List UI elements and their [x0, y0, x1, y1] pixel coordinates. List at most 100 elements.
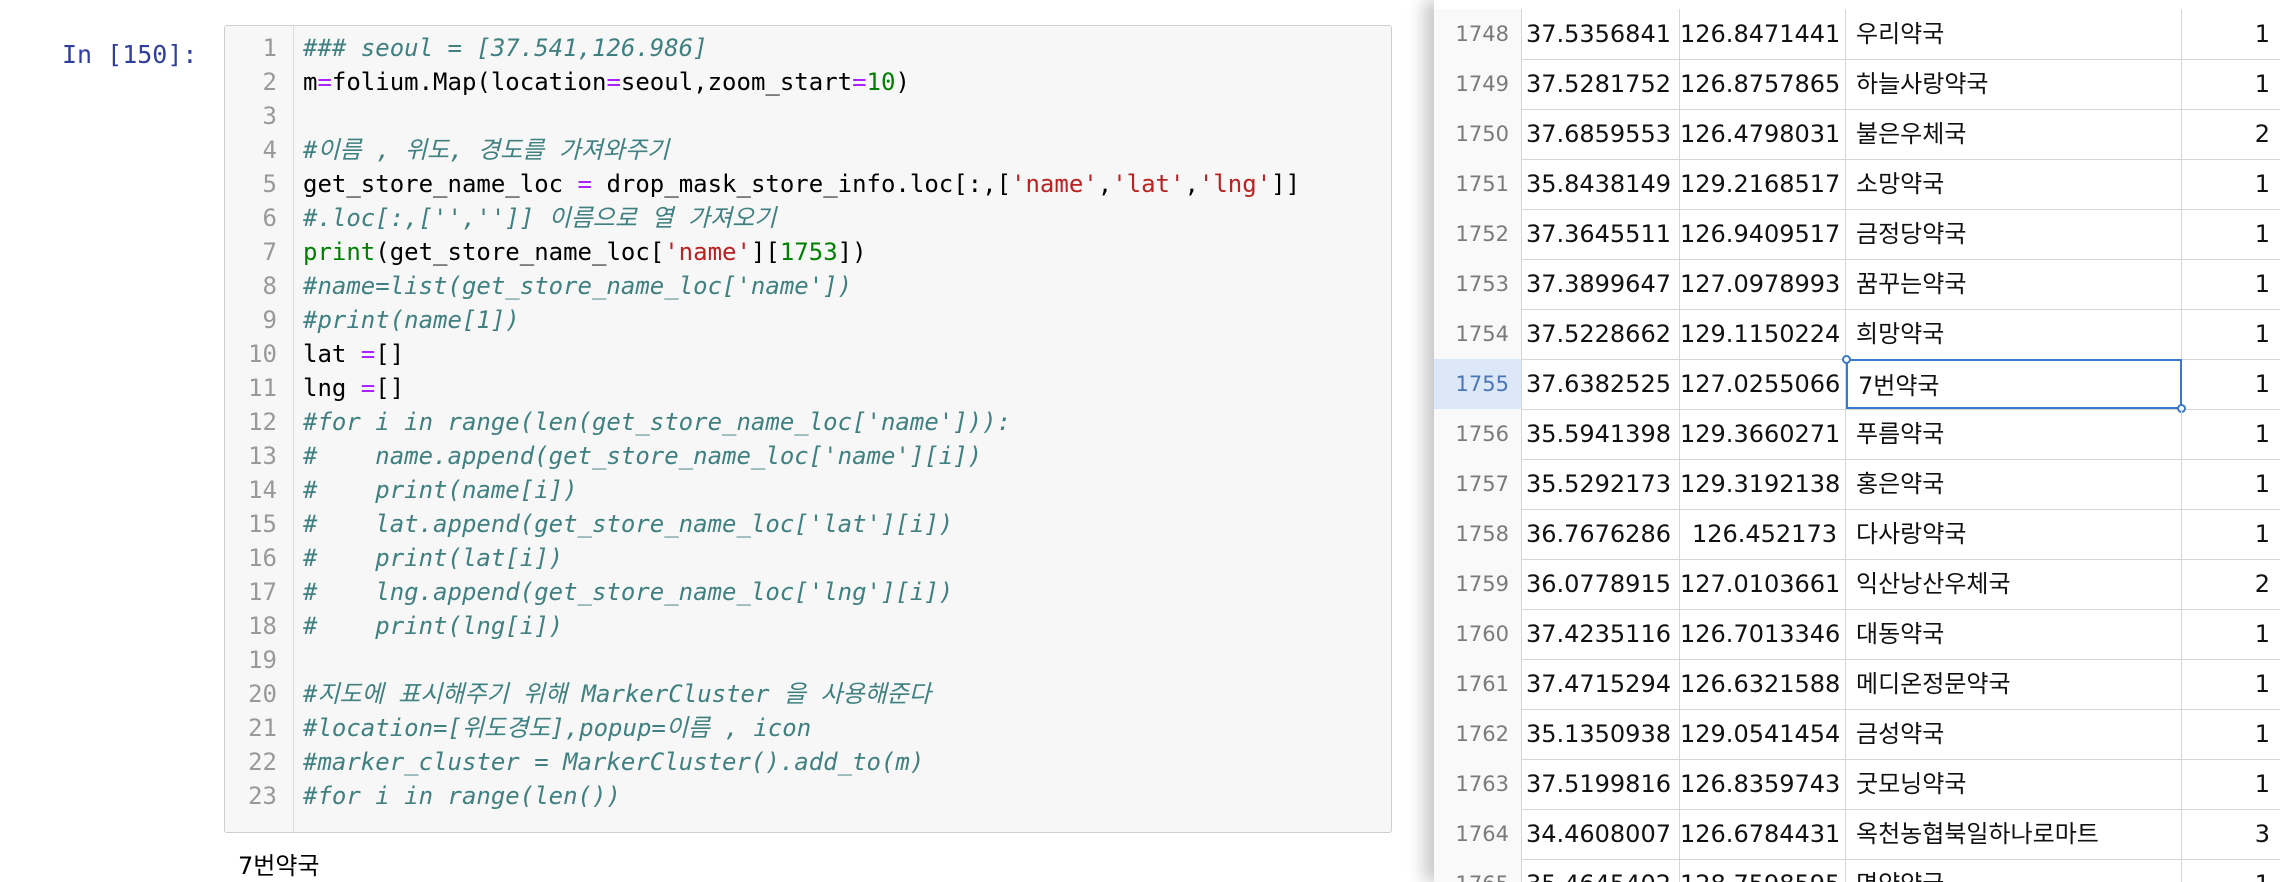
table-row[interactable]: 1762 35.1350938 129.0541454 금성약국 1 [1434, 709, 2280, 760]
code-line[interactable]: 4 #이름 , 위도, 경도를 가져와주기 [225, 133, 1391, 167]
code-line[interactable]: 15 # lat.append(get_store_name_loc['lat']… [225, 507, 1391, 541]
code-line[interactable]: 5 get_store_name_loc = drop_mask_store_in… [225, 167, 1391, 201]
count-cell[interactable]: 2 [2182, 109, 2280, 159]
lng-cell[interactable]: 127.0978993 [1680, 259, 1846, 309]
code-text[interactable]: lng =[] [303, 371, 404, 405]
lat-cell[interactable]: 37.6859553 [1522, 109, 1680, 159]
code-text[interactable]: lat =[] [303, 337, 404, 371]
count-cell[interactable]: 1 [2182, 509, 2280, 559]
row-header[interactable]: 1755 [1434, 359, 1522, 409]
row-header[interactable]: 1751 [1434, 159, 1522, 209]
lng-cell[interactable]: 126.4798031 [1680, 109, 1846, 159]
row-header[interactable]: 1750 [1434, 109, 1522, 159]
count-cell[interactable]: 1 [2182, 59, 2280, 109]
code-text[interactable]: #name=list(get_store_name_loc['name']) [303, 269, 852, 303]
code-line[interactable]: 9 #print(name[1]) [225, 303, 1391, 337]
lat-cell[interactable]: 36.0778915 [1522, 559, 1680, 609]
name-cell[interactable]: 금정당약국 [1846, 209, 2182, 259]
code-line[interactable]: 8 #name=list(get_store_name_loc['name']) [225, 269, 1391, 303]
lng-cell[interactable]: 128.7598595 [1680, 859, 1846, 882]
row-header[interactable]: 1763 [1434, 759, 1522, 809]
code-text[interactable]: m=folium.Map(location=seoul,zoom_start=1… [303, 65, 910, 99]
code-text[interactable]: #for i in range(len()) [303, 779, 621, 813]
lng-cell[interactable]: 126.9409517 [1680, 209, 1846, 259]
count-cell[interactable]: 1 [2182, 709, 2280, 759]
code-line[interactable]: 17 # lng.append(get_store_name_loc['lng']… [225, 575, 1391, 609]
lng-cell[interactable]: 129.1150224 [1680, 309, 1846, 359]
name-cell[interactable]: 옥천농협북일하나로마트 [1846, 809, 2182, 859]
code-line[interactable]: 20 #지도에 표시해주기 위해 MarkerCluster 을 사용해준다 [225, 677, 1391, 711]
name-cell[interactable]: 소망약국 [1846, 159, 2182, 209]
code-text[interactable]: # lng.append(get_store_name_loc['lng'][i… [303, 575, 953, 609]
lng-cell[interactable]: 129.0541454 [1680, 709, 1846, 759]
code-text[interactable]: # name.append(get_store_name_loc['name']… [303, 439, 982, 473]
code-cell[interactable]: 1 ### seoul = [37.541,126.986] 2 m=folium.M… [224, 25, 1392, 833]
row-header[interactable]: 1749 [1434, 59, 1522, 109]
lat-cell[interactable]: 35.4645402 [1522, 859, 1680, 882]
lng-cell[interactable]: 126.452173 [1680, 509, 1846, 559]
code-text[interactable]: print(get_store_name_loc['name'][1753]) [303, 235, 867, 269]
row-header[interactable]: 1764 [1434, 809, 1522, 859]
code-text[interactable]: #print(name[1]) [303, 303, 520, 337]
lat-cell[interactable]: 35.5292173 [1522, 459, 1680, 509]
code-line[interactable]: 2 m=folium.Map(location=seoul,zoom_start=… [225, 65, 1391, 99]
table-row[interactable]: 1757 35.5292173 129.3192138 홍은약국 1 [1434, 459, 2280, 510]
lat-cell[interactable]: 37.5199816 [1522, 759, 1680, 809]
table-row[interactable]: 1751 35.8438149 129.2168517 소망약국 1 [1434, 159, 2280, 210]
code-text[interactable]: # lat.append(get_store_name_loc['lat'][i… [303, 507, 953, 541]
code-text[interactable]: #for i in range(len(get_store_name_loc['… [303, 405, 1011, 439]
name-cell[interactable]: 우리약국 [1846, 9, 2182, 59]
code-text[interactable]: # print(lng[i]) [303, 609, 563, 643]
code-line[interactable]: 23 #for i in range(len()) [225, 779, 1391, 813]
code-line[interactable]: 22 #marker_cluster = MarkerCluster().add_… [225, 745, 1391, 779]
code-line[interactable]: 13 # name.append(get_store_name_loc['name… [225, 439, 1391, 473]
table-row[interactable]: 1752 37.3645511 126.9409517 금정당약국 1 [1434, 209, 2280, 260]
row-header[interactable]: 1760 [1434, 609, 1522, 659]
code-line[interactable]: 11 lng =[] [225, 371, 1391, 405]
table-row[interactable]: 1758 36.7676286 126.452173 다사랑약국 1 [1434, 509, 2280, 560]
code-line[interactable]: 21 #location=[위도경도],popup=이름 , icon [225, 711, 1391, 745]
lng-cell[interactable]: 126.7013346 [1680, 609, 1846, 659]
lng-cell[interactable]: 126.8757865 [1680, 59, 1846, 109]
name-cell[interactable]: 명약약국 [1846, 859, 2182, 882]
code-line[interactable]: 10 lat =[] [225, 337, 1391, 371]
lat-cell[interactable]: 37.5281752 [1522, 59, 1680, 109]
lng-cell[interactable]: 129.2168517 [1680, 159, 1846, 209]
row-header[interactable]: 1765 [1434, 859, 1522, 882]
table-row[interactable]: 1755 37.6382525 127.0255066 7번약국 1 [1434, 359, 2280, 410]
row-header[interactable]: 1761 [1434, 659, 1522, 709]
lat-cell[interactable]: 37.4235116 [1522, 609, 1680, 659]
spreadsheet-window[interactable]: 1748 37.5356841 126.8471441 우리약국 1 1749 37.528… [1434, 0, 2280, 882]
lat-cell[interactable]: 37.4715294 [1522, 659, 1680, 709]
count-cell[interactable]: 2 [2182, 559, 2280, 609]
lat-cell[interactable]: 35.5941398 [1522, 409, 1680, 459]
name-cell[interactable]: 홍은약국 [1846, 459, 2182, 509]
count-cell[interactable]: 1 [2182, 609, 2280, 659]
table-row[interactable]: 1753 37.3899647 127.0978993 꿈꾸는약국 1 [1434, 259, 2280, 310]
lat-cell[interactable]: 37.5356841 [1522, 9, 1680, 59]
table-row[interactable]: 1749 37.5281752 126.8757865 하늘사랑약국 1 [1434, 59, 2280, 110]
code-text[interactable]: # print(lat[i]) [303, 541, 563, 575]
table-row[interactable]: 1760 37.4235116 126.7013346 대동약국 1 [1434, 609, 2280, 660]
lng-cell[interactable]: 126.8471441 [1680, 9, 1846, 59]
table-row[interactable]: 1759 36.0778915 127.0103661 익산낭산우체국 2 [1434, 559, 2280, 610]
count-cell[interactable]: 1 [2182, 759, 2280, 809]
lng-cell[interactable]: 126.6321588 [1680, 659, 1846, 709]
lng-cell[interactable]: 126.8359743 [1680, 759, 1846, 809]
row-header[interactable]: 1754 [1434, 309, 1522, 359]
count-cell[interactable]: 1 [2182, 159, 2280, 209]
row-header[interactable]: 1759 [1434, 559, 1522, 609]
table-row[interactable]: 1750 37.6859553 126.4798031 불은우체국 2 [1434, 109, 2280, 160]
name-cell[interactable]: 메디온정문약국 [1846, 659, 2182, 709]
table-row[interactable]: 1761 37.4715294 126.6321588 메디온정문약국 1 [1434, 659, 2280, 710]
lat-cell[interactable]: 37.5228662 [1522, 309, 1680, 359]
count-cell[interactable]: 1 [2182, 659, 2280, 709]
name-cell[interactable]: 푸름약국 [1846, 409, 2182, 459]
lng-cell[interactable]: 127.0103661 [1680, 559, 1846, 609]
code-line[interactable]: 19 [225, 643, 1391, 677]
code-text[interactable]: #location=[위도경도],popup=이름 , icon [303, 711, 811, 745]
name-cell[interactable]: 희망약국 [1846, 309, 2182, 359]
table-row[interactable]: 1754 37.5228662 129.1150224 희망약국 1 [1434, 309, 2280, 360]
name-cell[interactable]: 굿모닝약국 [1846, 759, 2182, 809]
row-header[interactable]: 1762 [1434, 709, 1522, 759]
